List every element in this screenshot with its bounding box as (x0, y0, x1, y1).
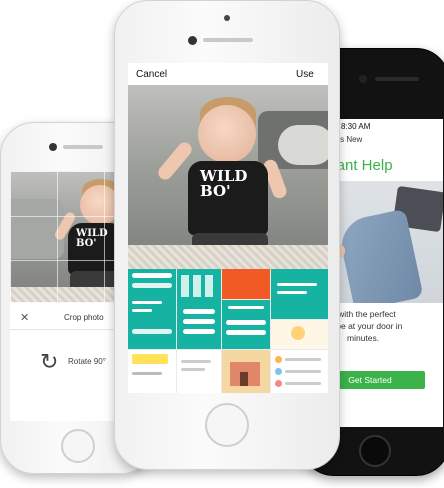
home-button[interactable] (359, 435, 391, 467)
mini-bar (285, 382, 321, 385)
rotate-label[interactable]: Rotate 90° (68, 357, 106, 366)
mini-field (183, 319, 215, 324)
cancel-button[interactable]: Cancel (136, 69, 167, 80)
speaker (203, 38, 253, 42)
mini-banner (132, 354, 168, 364)
use-button[interactable]: Use (296, 69, 314, 80)
front-camera (188, 36, 197, 45)
mini-field (226, 320, 266, 325)
mini-bar (132, 301, 162, 304)
mini-field (226, 330, 266, 335)
thumb-signup[interactable] (128, 269, 176, 349)
mini-bar (181, 368, 205, 371)
mini-field (132, 283, 172, 288)
mini-field (132, 329, 172, 334)
thumb-illustration[interactable] (222, 350, 270, 393)
mini-avatar (275, 356, 282, 363)
thumb-yellow[interactable] (128, 350, 176, 393)
grid-line (104, 172, 105, 302)
mini-field (183, 309, 215, 314)
front-camera (359, 75, 367, 83)
mini-field (132, 273, 172, 278)
mini-bar (285, 370, 321, 373)
status-time: 8:30 AM (341, 122, 371, 131)
mini-bar (277, 283, 317, 286)
thumb-welcome[interactable] (222, 300, 270, 349)
thumb-sketch[interactable] (271, 320, 328, 349)
home-button[interactable] (61, 429, 95, 463)
center-phone-screen: Cancel Use WILD BO' (128, 63, 328, 393)
thumb-orange[interactable] (222, 269, 270, 299)
mini-door (240, 372, 248, 386)
speaker (63, 145, 103, 149)
rotate-icon[interactable]: ↻ (40, 349, 58, 375)
screen-title: Crop photo (64, 313, 104, 322)
mini-avatar (275, 380, 282, 387)
mini-bar (132, 372, 162, 375)
body-line-3: minutes. (347, 333, 380, 343)
home-button[interactable] (205, 403, 249, 447)
selected-photo: WILD BO' (128, 85, 328, 269)
mini-bar (285, 358, 321, 361)
sofa-cushion (278, 125, 328, 165)
mini-bar (228, 306, 264, 309)
thumb-keypad[interactable] (177, 269, 221, 349)
mini-doodle (291, 326, 305, 340)
thumb-list[interactable] (271, 350, 328, 393)
mini-keypad (181, 275, 217, 297)
mini-bar (132, 309, 152, 312)
rug (128, 245, 328, 269)
baby-head (198, 105, 256, 163)
proximity-sensor (224, 15, 230, 21)
thumb-white[interactable] (177, 350, 221, 393)
speaker (375, 77, 419, 81)
thumb-teal-2[interactable] (271, 269, 328, 319)
photo-grid[interactable] (128, 269, 328, 393)
mini-avatar (275, 368, 282, 375)
grid-line (57, 172, 58, 302)
mini-bar (181, 360, 211, 363)
front-camera (49, 143, 57, 151)
close-icon[interactable]: ✕ (20, 311, 29, 324)
center-phone: Cancel Use WILD BO' (114, 0, 340, 470)
mini-field (183, 329, 215, 334)
shirt-print: WILD BO' (200, 167, 248, 200)
mini-bar (277, 291, 307, 294)
